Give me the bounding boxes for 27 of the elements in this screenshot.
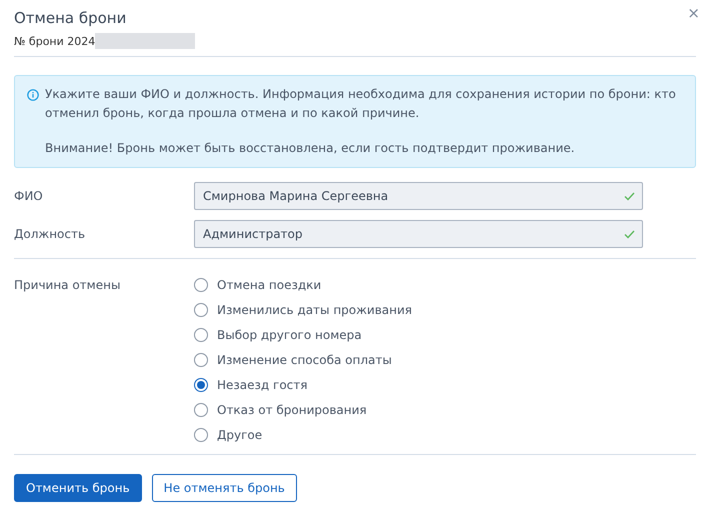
radio-button[interactable] xyxy=(194,428,208,442)
text-field[interactable]: Смирнова Марина Сергеевна xyxy=(194,182,643,210)
field-label: Причина отмены xyxy=(14,277,122,292)
radio-option[interactable]: Изменились даты проживания xyxy=(194,297,412,322)
radio-button[interactable] xyxy=(194,378,208,392)
info-text: Укажите ваши ФИО и должность. Информация необходима для сохранения истории по брони: кто отменил бронь, когда прошла отмена и по какой причине. xyxy=(45,86,677,122)
radio-option[interactable]: Отказ от бронирования xyxy=(194,397,412,422)
radio-button[interactable] xyxy=(194,402,208,416)
close-button[interactable]: × xyxy=(683,4,704,22)
radio-button[interactable] xyxy=(194,352,208,366)
radio-option[interactable]: Изменение способа оплаты xyxy=(194,347,412,372)
booking-number: № брони 2024 xyxy=(14,34,96,48)
radio-option[interactable]: Отмена поездки xyxy=(194,272,412,297)
field-label: ФИО xyxy=(14,189,44,203)
text-field[interactable]: Администратор xyxy=(194,220,643,248)
field-label: Должность xyxy=(14,227,86,241)
radio-option[interactable]: Незаезд гостя xyxy=(194,372,412,397)
radio-option[interactable]: Выбор другого номера xyxy=(194,322,412,347)
info-text: Внимание! Бронь может быть восстановлена, если гость подтвердит проживание. xyxy=(45,140,576,157)
radio-option[interactable]: Другое xyxy=(194,422,412,447)
dialog-title: Отмена брони xyxy=(14,8,126,29)
radio-button[interactable] xyxy=(194,302,208,316)
radio-button[interactable] xyxy=(194,328,208,342)
radio-button[interactable] xyxy=(194,278,208,292)
cancel-booking-button[interactable]: Отменить бронь xyxy=(14,474,142,502)
keep-booking-button[interactable]: Не отменять бронь xyxy=(152,474,297,502)
info-icon xyxy=(27,89,39,101)
